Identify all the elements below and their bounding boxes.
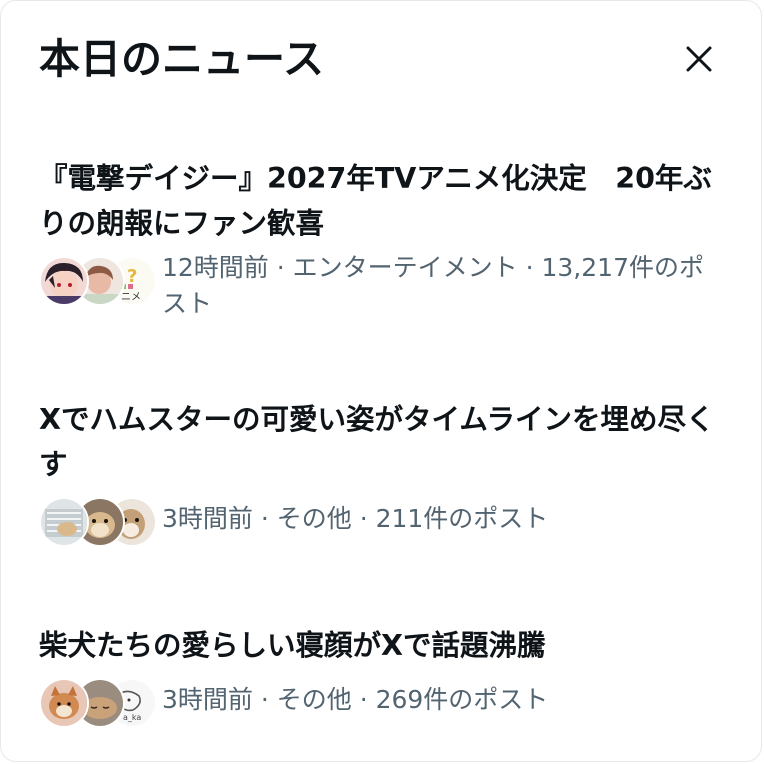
news-meta: 12時間前 · エンターテイメント · 13,217件のポスト (162, 253, 704, 318)
svg-text:ニメ: ニメ (121, 292, 141, 303)
news-title: 『電撃デイジー』2027年TVアニメ化決定 20年ぶりの朗報にファン歓喜 (39, 162, 712, 240)
anime-character-avatar (39, 256, 89, 306)
news-title: Xでハムスターの可愛い姿がタイムラインを埋め尽くす (39, 403, 715, 481)
news-meta-row: ? ニメ 12時間前 · エンターテイメント · 13,217件のポスト (39, 250, 729, 318)
news-meta-row: a_ka 3時間前 · その他 · 269件のポスト (39, 672, 729, 734)
avatar-stack (39, 497, 157, 549)
hamster-cage-avatar (39, 497, 89, 547)
avatar-stack: ? ニメ (39, 256, 157, 308)
close-button[interactable] (673, 33, 725, 85)
news-panel: 本日のニュース 『電撃デイジー』2027年TVアニメ化決定 20年ぶりの朗報にフ… (0, 0, 762, 762)
news-meta: 3時間前 · その他 · 269件のポスト (162, 685, 549, 714)
svg-text:a_ka: a_ka (123, 713, 141, 722)
news-meta-row: 3時間前 · その他 · 211件のポスト (39, 491, 729, 553)
news-item[interactable]: Xでハムスターの可愛い姿がタイムラインを埋め尽くす 3時間前 · その他 · 2… (39, 397, 729, 553)
panel-header: 本日のニュース (39, 31, 729, 91)
news-meta: 3時間前 · その他 · 211件のポスト (162, 504, 549, 533)
avatar-stack: a_ka (39, 678, 157, 730)
shiba-dog-avatar (39, 678, 89, 728)
svg-text:?: ? (127, 266, 137, 287)
news-item[interactable]: 『電撃デイジー』2027年TVアニメ化決定 20年ぶりの朗報にファン歓喜 ? ニ… (39, 156, 729, 318)
news-item[interactable]: 柴犬たちの愛らしい寝顔がXで話題沸騰 a_ka 3時間前 · その他 · 269… (39, 623, 729, 734)
news-title: 柴犬たちの愛らしい寝顔がXで話題沸騰 (39, 629, 546, 662)
panel-title: 本日のニュース (39, 35, 324, 83)
close-icon (686, 46, 712, 72)
